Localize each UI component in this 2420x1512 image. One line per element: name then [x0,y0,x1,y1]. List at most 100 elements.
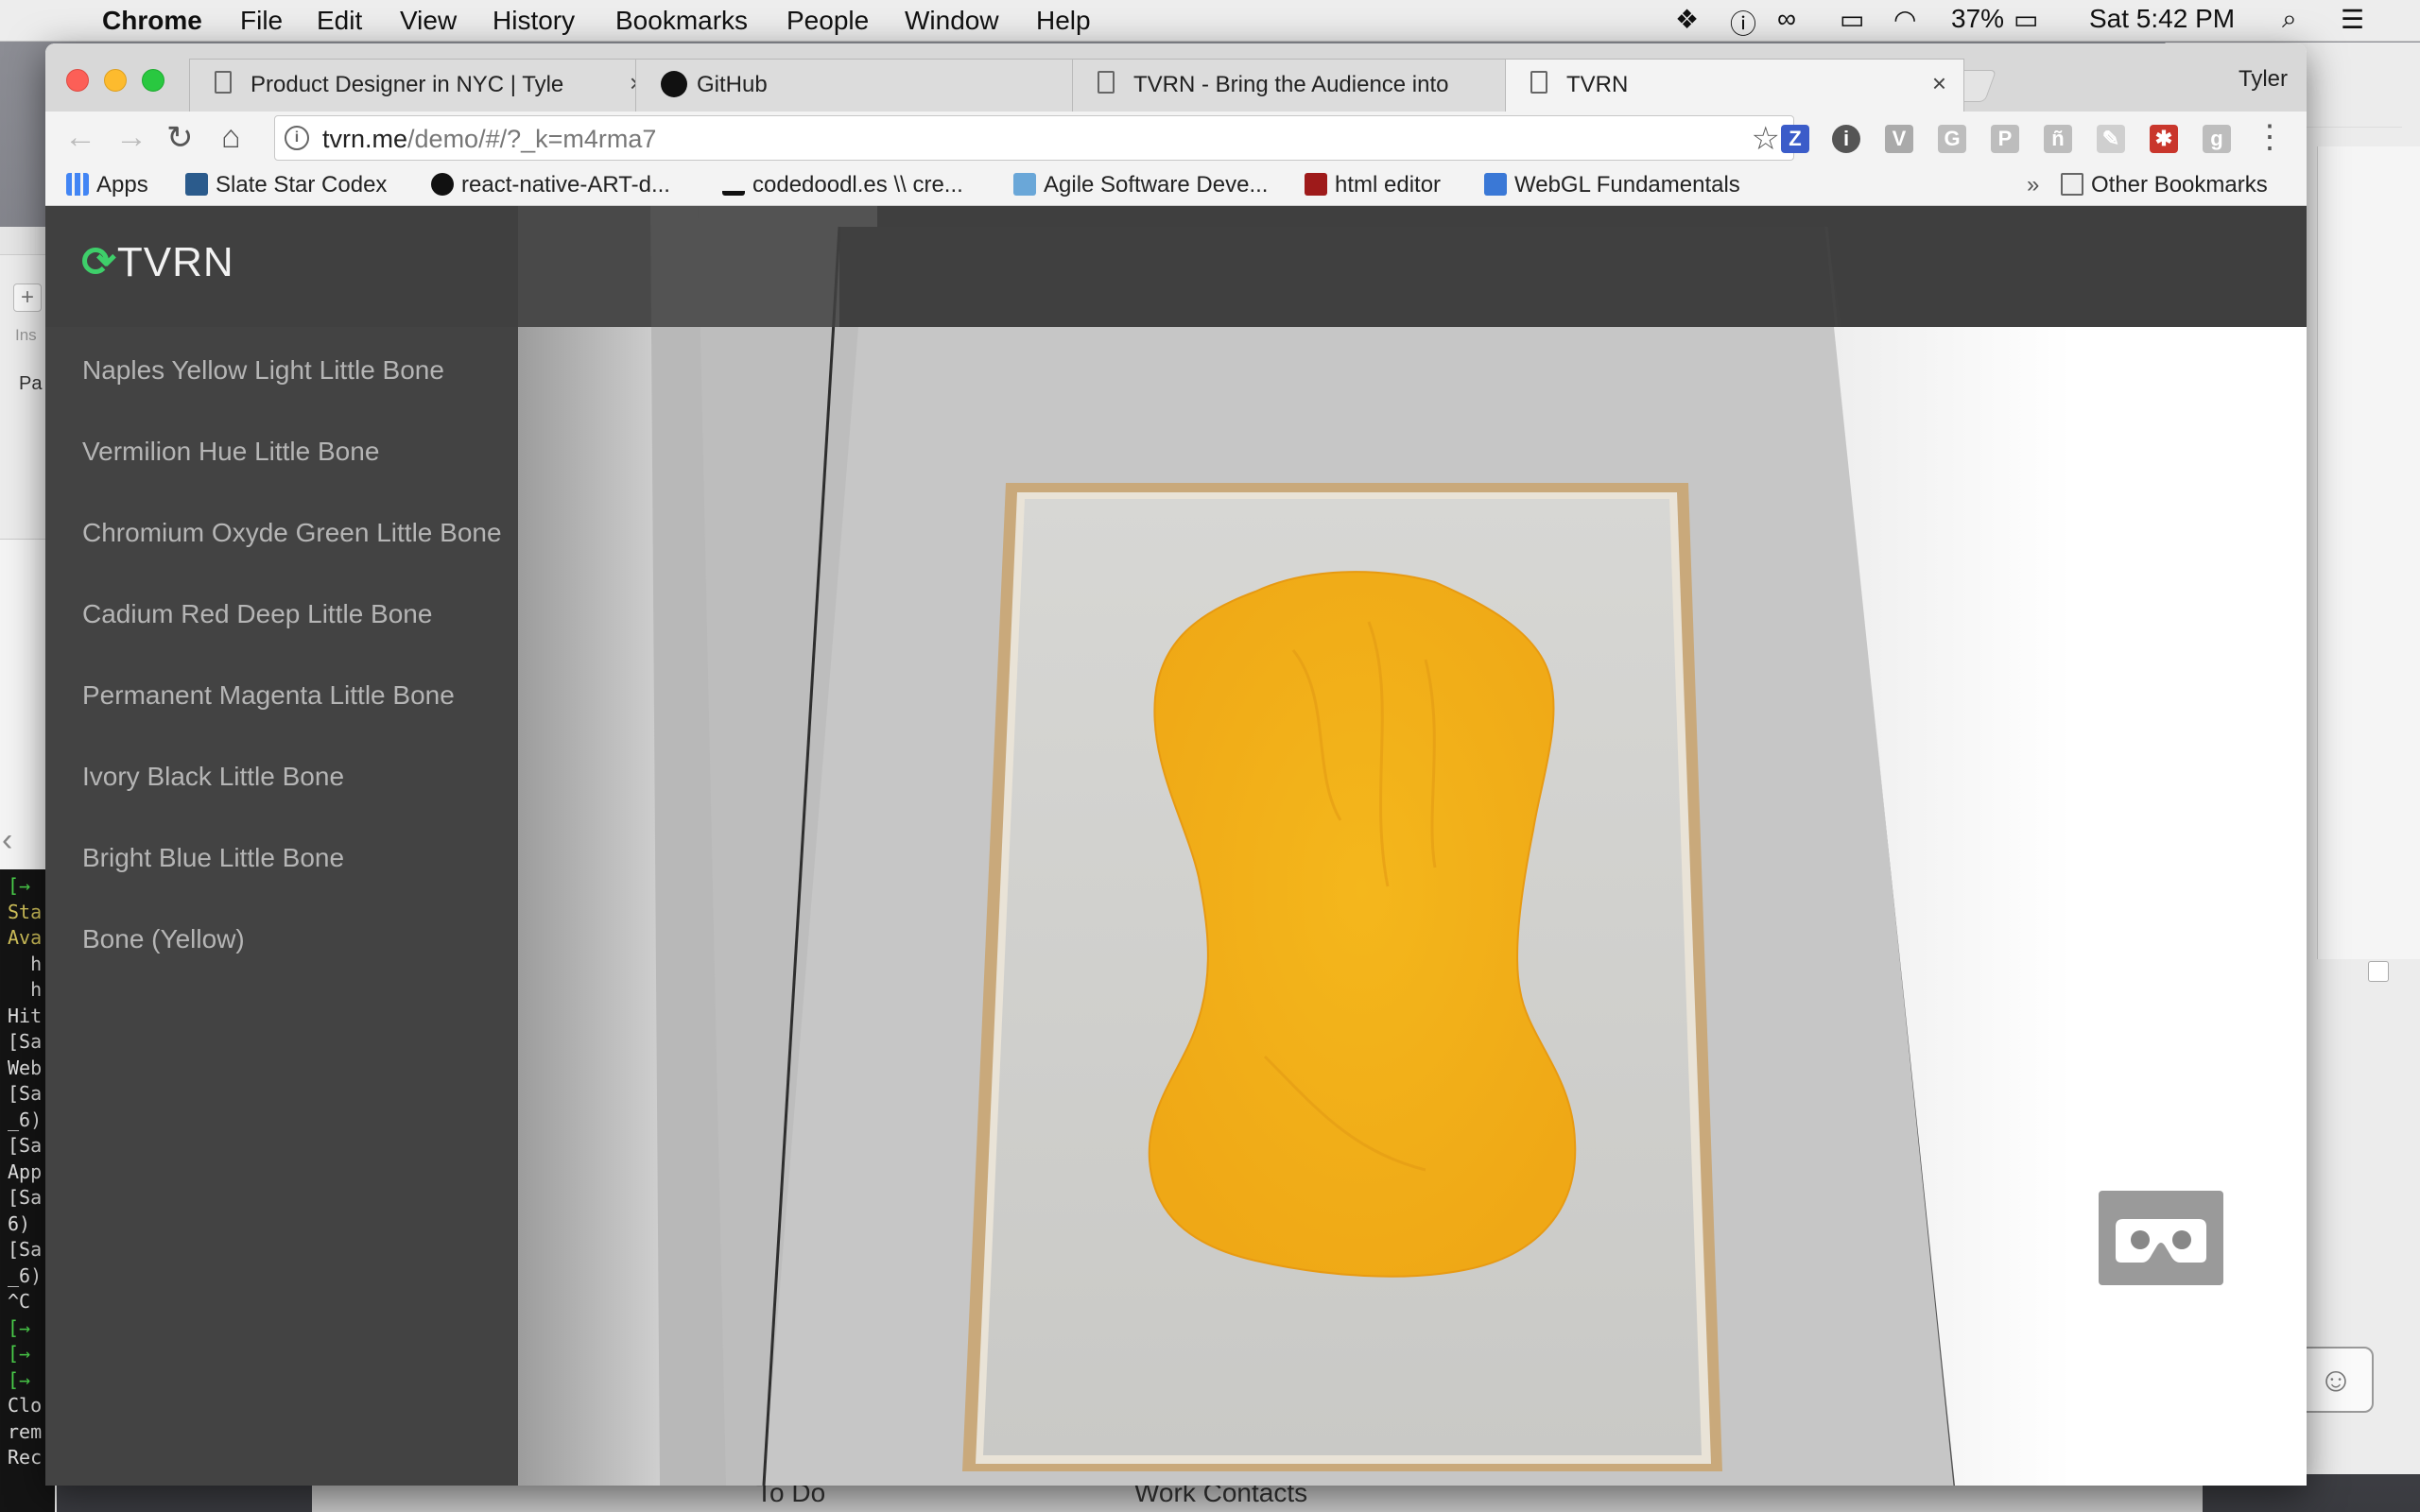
battery-icon[interactable]: ▭ [2014,4,2038,35]
bookmarks-bar: Apps Slate Star Codex react-native-ART-d… [45,164,2307,206]
bookmark-agile-software[interactable]: Agile Software Deve... [1013,172,1268,198]
painting-list-sidebar: Naples Yellow Light Little Bone Vermilio… [45,327,518,1486]
menu-item-view[interactable]: View [400,6,457,36]
tvrn-logo[interactable]: ⟳TVRN [81,238,234,286]
bookmark-star-icon[interactable]: ☆ [1752,120,1780,158]
bookmark-codedoodles[interactable]: codedoodl.es \\ cre... [722,172,963,198]
site-header: ⟳TVRN [45,206,2307,327]
agile-icon [1013,173,1036,196]
document-icon [1098,71,1115,94]
checkbox[interactable] [2368,961,2389,982]
painting-item[interactable]: Cadium Red Deep Little Bone [82,599,432,629]
zotero-extension-icon[interactable]: Z [1781,125,1809,153]
chrome-menu-icon[interactable]: ⋮ [2254,121,2286,153]
onepassword-icon[interactable]: ⓘ [1730,4,1756,42]
pocket-extension-icon[interactable]: P [1991,125,2019,153]
airplay-icon[interactable]: ▭ [1840,4,1864,35]
mr-icon [1305,173,1327,196]
menu-item-bookmarks[interactable]: Bookmarks [615,6,748,36]
painting-item[interactable]: Bright Blue Little Bone [82,843,344,873]
painting-item[interactable]: Naples Yellow Light Little Bone [82,355,444,386]
address-url[interactable]: tvrn.me/demo/#/?_k=m4rma7 [322,125,656,154]
bookmarks-overflow-icon[interactable]: » [2027,172,2039,198]
bookmark-label: html editor [1335,172,1442,198]
tab-title: Product Designer in NYC | Tyle [251,72,564,97]
spotlight-search-icon[interactable]: ⌕ [2282,4,2297,35]
menu-item-help[interactable]: Help [1036,6,1091,36]
tvrn-logo-icon: ⟳ [81,239,117,285]
extension-icon[interactable]: ✱ [2150,125,2178,153]
underscore-icon [722,173,745,196]
dropbox-icon[interactable]: ❖ [1675,4,1699,35]
gallery-scene [518,206,2307,1486]
bookmark-webgl-fundamentals[interactable]: WebGL Fundamentals [1484,172,1740,198]
tab-tvrn-landing[interactable]: TVRN - Bring the Audience into × [1072,59,1545,112]
bookmark-label: codedoodl.es \\ cre... [752,172,963,198]
reload-icon[interactable]: ↻ [166,119,194,157]
grammarly-extension-icon[interactable]: G [1938,125,1966,153]
close-window-button[interactable] [66,69,89,92]
chevron-left-icon[interactable]: ‹ [2,822,12,859]
profile-name[interactable]: Tyler [2238,66,2288,93]
minimize-window-button[interactable] [104,69,127,92]
close-tab-icon[interactable]: × [1932,69,1946,98]
emoji-icon[interactable]: ☺ [2298,1347,2374,1413]
menu-item-window[interactable]: Window [905,6,999,36]
tab-tvrn-demo[interactable]: TVRN × [1505,59,1964,112]
bookmark-label: WebGL Fundamentals [1514,172,1740,198]
painting-item[interactable]: Chromium Oxyde Green Little Bone [82,518,502,548]
menu-app-name[interactable]: Chrome [102,6,202,36]
extension-icon[interactable]: g [2203,125,2231,153]
folder-icon [2061,173,2083,196]
ssc-icon [185,173,208,196]
vue-extension-icon[interactable]: V [1885,125,1913,153]
bookmark-label: react-native-ART-d... [461,172,670,198]
glasses-icon[interactable]: ∞ [1777,4,1796,34]
document-icon [215,71,232,94]
info-icon[interactable]: i [285,126,309,150]
apps-grid-icon [66,173,89,196]
battery-percent[interactable]: 37% [1951,4,2004,34]
add-icon[interactable]: + [13,284,42,312]
painting-item[interactable]: Ivory Black Little Bone [82,762,344,792]
bookmark-html-editor[interactable]: html editor [1305,172,1441,198]
extension-icon[interactable]: ✎ [2097,125,2125,153]
menu-item-people[interactable]: People [786,6,869,36]
bookmark-label: Agile Software Deve... [1044,172,1269,198]
tab-product-designer[interactable]: Product Designer in NYC | Tyle × [189,59,662,112]
bookmark-react-native-art[interactable]: react-native-ART-d... [431,172,670,198]
onepassword-extension-icon[interactable]: i [1832,125,1860,153]
tab-strip: Product Designer in NYC | Tyle × GitHub … [45,43,2307,112]
painting-item[interactable]: Vermilion Hue Little Bone [82,437,379,467]
forward-icon[interactable]: → [115,119,147,156]
back-icon[interactable]: ← [64,119,96,156]
extension-icon[interactable]: ñ [2044,125,2072,153]
bookmark-apps[interactable]: Apps [66,172,148,198]
url-path: /demo/#/?_k=m4rma7 [407,125,657,153]
address-bar[interactable]: i tvrn.me/demo/#/?_k=m4rma7 ☆ [274,115,1794,161]
github-icon [431,173,454,196]
painting-item[interactable]: Permanent Magenta Little Bone [82,680,455,711]
bookmark-slate-star-codex[interactable]: Slate Star Codex [185,172,387,198]
clock[interactable]: Sat 5:42 PM [2089,4,2235,34]
tab-github[interactable]: GitHub × [635,59,1108,112]
vr-gallery-canvas[interactable] [518,206,2307,1486]
home-icon[interactable]: ⌂ [221,119,241,156]
other-bookmarks-folder[interactable]: Other Bookmarks [2061,172,2268,198]
url-host: tvrn.me [322,125,408,153]
browser-toolbar: ← → ↻ ⌂ i tvrn.me/demo/#/?_k=m4rma7 ☆ Z … [45,112,2307,164]
logo-text: TVRN [116,239,234,285]
bookmark-label: Apps [96,172,148,198]
vr-mode-button[interactable] [2099,1191,2223,1285]
wifi-icon[interactable]: ◠ [1893,4,1916,35]
menu-item-edit[interactable]: Edit [317,6,362,36]
github-icon [661,71,687,97]
menu-item-file[interactable]: File [240,6,283,36]
maximize-window-button[interactable] [142,69,164,92]
cube-icon [1484,173,1507,196]
notification-center-icon[interactable]: ☰ [2341,4,2364,35]
painting-item[interactable]: Bone (Yellow) [82,924,245,954]
tab-title: TVRN - Bring the Audience into [1133,72,1449,97]
menu-item-history[interactable]: History [493,6,575,36]
browser-window: Product Designer in NYC | Tyle × GitHub … [45,43,2307,1486]
